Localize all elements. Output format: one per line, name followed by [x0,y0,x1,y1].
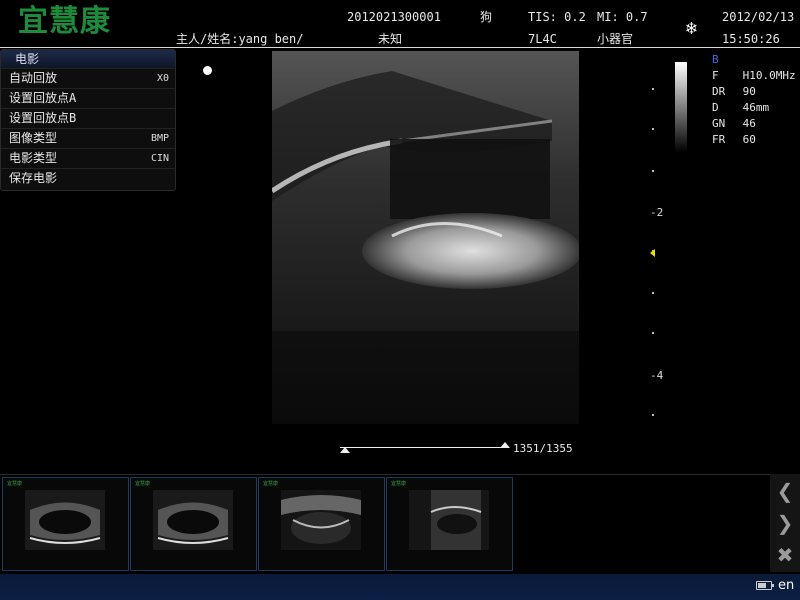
cine-current-handle[interactable] [500,442,510,448]
species: 狗 [480,10,493,24]
mode-label: B [712,53,719,66]
exam-date: 2012/02/13 [722,10,795,24]
scale-label-4: -4 [650,369,664,382]
battery-icon [756,581,774,590]
scale-tick [652,170,654,172]
mi-value: MI: 0.7 [597,10,648,24]
param-row: FR 60 [712,133,756,146]
probe-name: 7L4C [528,32,557,46]
thumbnail-controls: ❮ ❯ ✖ [770,474,800,572]
language-indicator[interactable]: en [778,578,794,593]
chevron-left-icon[interactable]: ❮ [776,480,794,502]
scale-tick [652,88,654,90]
owner-name: 主人/姓名:yang ben/ [176,32,304,46]
exam-time: 15:50:26 [722,32,780,46]
scale-label-2: -2 [650,206,664,219]
snowflake-icon: ❄ [686,18,697,39]
grayscale-bar [675,62,687,152]
brand-logo: 宜慧康 [18,4,111,39]
thumbnail-logo: 宜慧康 [391,481,407,487]
thumbnail-strip: 宜慧康 宜慧康 宜慧康 宜慧康 [0,474,770,573]
menu-item-save-cine[interactable]: 保存电影 [1,168,175,188]
cine-start-handle[interactable] [340,447,350,453]
close-icon[interactable]: ✖ [776,544,794,566]
scale-tick [652,292,654,294]
imaging-params: B F H10.0MHz DR 90 D 46mm GN 46 FR 60 [712,52,796,148]
tis-value: TIS: 0.2 [528,10,586,24]
param-row: D 46mm [712,101,770,114]
orientation-dot [203,66,212,75]
cine-menu: 电影 自动回放 X0 设置回放点A 设置回放点B 图像类型 BMP 电影类型 CIN … [0,49,176,191]
menu-item-auto-replay[interactable]: 自动回放 X0 [1,68,175,88]
menu-item-image-type[interactable]: 图像类型 BMP [1,128,175,148]
thumbnail-image [153,490,233,550]
status-bar [0,574,800,600]
thumbnail[interactable]: 宜慧康 [386,477,513,571]
header-divider [0,47,800,48]
cine-slider-track[interactable] [340,447,506,448]
ultrasound-structures [272,51,579,424]
menu-item-set-point-b[interactable]: 设置回放点B [1,108,175,128]
thumbnail-logo: 宜慧康 [7,481,23,487]
ultrasound-image[interactable] [272,51,579,424]
thumbnail[interactable]: 宜慧康 [258,477,385,571]
scale-tick [652,414,654,416]
scale-tick [652,332,654,334]
scale-tick [652,128,654,130]
param-row: DR 90 [712,85,756,98]
focus-marker [650,249,655,257]
breed: 未知 [378,32,403,46]
thumbnail-logo: 宜慧康 [135,481,151,487]
thumbnail-logo: 宜慧康 [263,481,279,487]
thumbnail[interactable]: 宜慧康 [130,477,257,571]
param-row: GN 46 [712,117,756,130]
menu-item-set-point-a[interactable]: 设置回放点A [1,88,175,108]
thumbnail-image [281,490,361,550]
patient-id: 2012021300001 [347,10,441,24]
cine-frame-counter: 1351/1355 [513,442,573,455]
menu-item-cine-type[interactable]: 电影类型 CIN [1,148,175,168]
thumbnail-image [409,490,489,550]
chevron-right-icon[interactable]: ❯ [776,512,794,534]
thumbnail[interactable]: 宜慧康 [2,477,129,571]
preset-name: 小器官 [597,32,634,46]
thumbnail-image [25,490,105,550]
param-row: F H10.0MHz [712,69,796,82]
cine-menu-title: 电影 [1,50,175,68]
